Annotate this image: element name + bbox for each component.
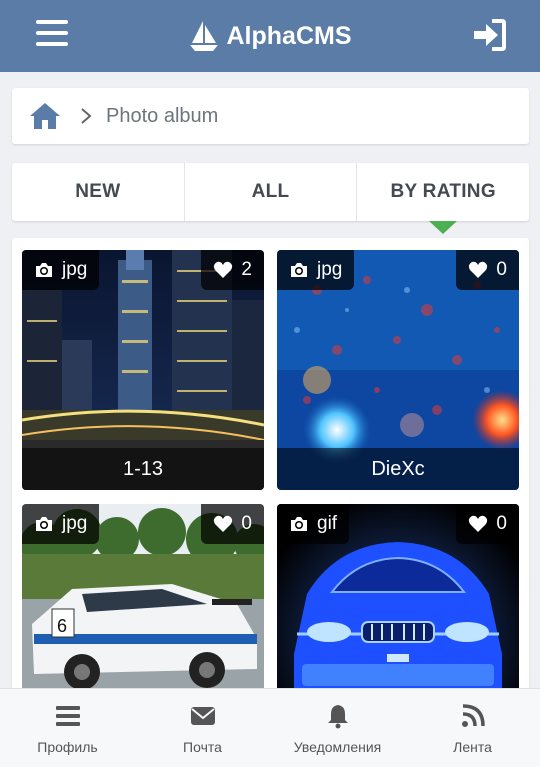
nav-feed-label: Лента bbox=[453, 739, 492, 755]
sailboat-logo-icon bbox=[189, 21, 218, 51]
profile-list-icon bbox=[55, 706, 80, 726]
mail-icon bbox=[190, 707, 215, 725]
chevron-right-icon bbox=[81, 108, 92, 124]
file-type-label: jpg bbox=[62, 259, 88, 280]
photo-caption: DieXc bbox=[277, 448, 519, 490]
nav-notifications-label: Уведомления bbox=[293, 739, 382, 755]
photo-card[interactable]: jpg 0 DieXc bbox=[277, 250, 519, 490]
heart-icon bbox=[214, 515, 233, 532]
tab-by-rating[interactable]: BY RATING bbox=[357, 163, 529, 234]
brand-logo[interactable]: AlphaCMS bbox=[189, 19, 352, 53]
likes-count: 0 bbox=[496, 259, 507, 280]
likes-count: 0 bbox=[496, 513, 507, 534]
heart-icon bbox=[469, 261, 488, 278]
likes-count: 2 bbox=[241, 259, 252, 280]
tab-all[interactable]: ALL bbox=[185, 163, 358, 221]
likes-badge[interactable]: 0 bbox=[456, 504, 519, 544]
nav-mail[interactable]: Почта bbox=[135, 689, 270, 767]
breadcrumb: Photo album bbox=[12, 88, 529, 144]
photo-caption: 1-13 bbox=[22, 448, 264, 490]
file-type-label: gif bbox=[317, 513, 338, 534]
nav-profile-label: Профиль bbox=[37, 739, 98, 755]
home-icon[interactable] bbox=[28, 101, 62, 131]
heart-icon bbox=[214, 261, 233, 278]
file-type-badge: gif bbox=[277, 504, 350, 544]
top-navbar: AlphaCMS bbox=[0, 0, 540, 72]
camera-icon bbox=[291, 517, 307, 531]
sign-in-icon[interactable] bbox=[472, 18, 506, 52]
nav-mail-label: Почта bbox=[183, 739, 222, 755]
photo-card[interactable]: jpg 2 1-13 bbox=[22, 250, 264, 490]
likes-badge[interactable]: 0 bbox=[201, 504, 264, 544]
file-type-label: jpg bbox=[317, 259, 343, 280]
file-type-badge: jpg bbox=[277, 250, 355, 290]
sort-tabs: NEW ALL BY RATING bbox=[12, 163, 529, 234]
likes-count: 0 bbox=[241, 513, 252, 534]
bottom-navigation: Профиль Почта Уведомления Лента bbox=[0, 688, 540, 767]
heart-icon bbox=[469, 515, 488, 532]
likes-badge[interactable]: 2 bbox=[201, 250, 264, 290]
camera-icon bbox=[36, 517, 52, 531]
likes-badge[interactable]: 0 bbox=[456, 250, 519, 290]
rss-feed-icon bbox=[461, 704, 485, 727]
hamburger-menu-icon[interactable] bbox=[36, 20, 68, 48]
brand-name: AlphaCMS bbox=[226, 21, 352, 50]
breadcrumb-current: Photo album bbox=[106, 104, 219, 127]
bell-icon bbox=[327, 705, 348, 729]
nav-notifications[interactable]: Уведомления bbox=[270, 689, 405, 767]
camera-icon bbox=[291, 263, 307, 277]
file-type-badge: jpg bbox=[22, 504, 100, 544]
camera-icon bbox=[36, 263, 52, 277]
nav-feed[interactable]: Лента bbox=[405, 689, 540, 767]
tab-new[interactable]: NEW bbox=[12, 163, 185, 221]
file-type-label: jpg bbox=[62, 513, 88, 534]
file-type-badge: jpg bbox=[22, 250, 100, 290]
nav-profile[interactable]: Профиль bbox=[0, 689, 135, 767]
svg-text:6: 6 bbox=[57, 616, 67, 636]
